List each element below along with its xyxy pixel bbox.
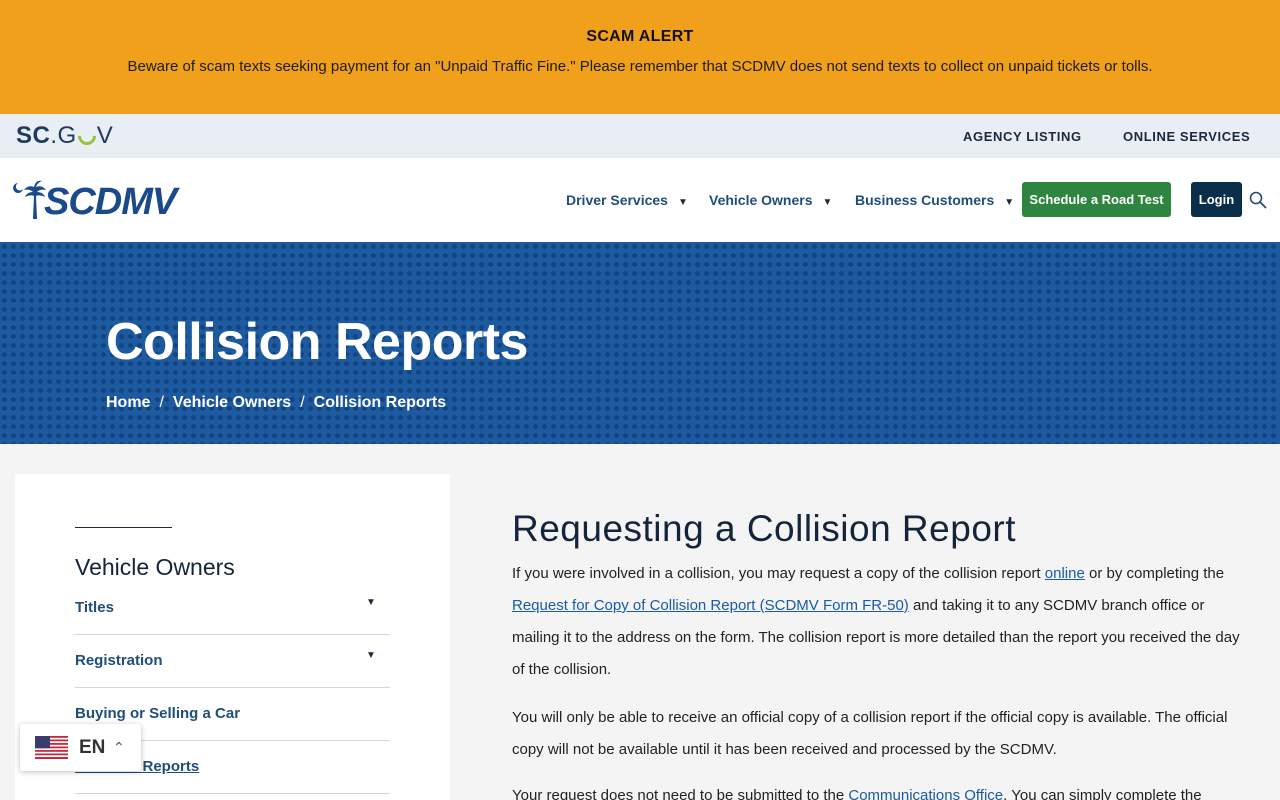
page-title: Collision Reports: [106, 313, 528, 371]
alert-text: Beware of scam texts seeking payment for…: [127, 58, 1153, 75]
caret-down-icon[interactable]: ▼: [366, 650, 376, 661]
online-services-link[interactable]: ONLINE SERVICES: [1123, 129, 1250, 144]
caret-down-icon: ▼: [677, 197, 688, 208]
site-header: SCDMV Driver Services ▼ Vehicle Owners ▼ B…: [0, 158, 1280, 242]
paragraph-1-text-b: or by completing the: [1084, 565, 1225, 582]
search-icon[interactable]: [1249, 191, 1267, 209]
paragraph-1-text-a: If you were involved in a collision, you…: [512, 565, 1045, 582]
scdmv-logo[interactable]: SCDMV: [12, 179, 177, 223]
breadcrumb-vehicle-owners[interactable]: Vehicle Owners: [173, 394, 291, 411]
nav-driver-services[interactable]: Driver Services ▼: [566, 192, 688, 208]
communications-office-link[interactable]: Communications Office: [848, 787, 1003, 800]
nav-vehicle-owners-label: Vehicle Owners: [709, 192, 813, 208]
breadcrumb-current: Collision Reports: [313, 394, 447, 411]
palmetto-icon: [13, 180, 46, 219]
breadcrumb-home[interactable]: Home: [106, 394, 150, 411]
breadcrumb-separator: /: [159, 394, 164, 411]
scgov-logo-g: .G: [50, 122, 77, 149]
sidebar-item-buying-selling[interactable]: Buying or Selling a Car: [75, 705, 240, 722]
paragraph-3: Your request does not need to be submitt…: [512, 780, 1242, 800]
sidebar-divider: [75, 793, 390, 794]
breadcrumb: Home / Vehicle Owners / Collision Reports: [106, 394, 446, 412]
caret-down-icon: ▼: [822, 197, 833, 208]
sidebar-divider: [75, 687, 390, 688]
paragraph-1: If you were involved in a collision, you…: [512, 558, 1242, 686]
caret-down-icon: ▼: [1004, 197, 1015, 208]
sidebar-item-registration[interactable]: Registration: [75, 652, 163, 669]
section-heading: Requesting a Collision Report: [512, 508, 1016, 549]
scgov-bar: SC.G V AGENCY LISTING ONLINE SERVICES: [0, 114, 1280, 158]
breadcrumb-separator: /: [300, 394, 305, 411]
scgov-logo-sc: SC: [16, 122, 51, 149]
language-selector[interactable]: EN ⌃: [20, 724, 141, 771]
schedule-road-test-button[interactable]: Schedule a Road Test: [1022, 182, 1171, 217]
sidebar-item-titles[interactable]: Titles: [75, 599, 114, 616]
form-fr50-link[interactable]: Request for Copy of Collision Report (SC…: [512, 597, 909, 614]
paragraph-2: You will only be able to receive an offi…: [512, 709, 1228, 758]
scam-alert-banner: SCAM ALERT Beware of scam texts seeking …: [0, 0, 1280, 114]
paragraph-3-text-b: . You can simply complete the: [1003, 787, 1202, 800]
sidebar-divider: [75, 527, 172, 528]
alert-title: SCAM ALERT: [586, 28, 694, 45]
online-link[interactable]: online: [1045, 565, 1085, 582]
scdmv-logo-text: SCDMV: [44, 181, 177, 223]
language-code: EN: [79, 737, 106, 758]
sidebar-divider: [75, 634, 390, 635]
chevron-up-icon: ⌃: [113, 739, 125, 755]
login-button[interactable]: Login: [1191, 182, 1242, 217]
nav-vehicle-owners[interactable]: Vehicle Owners ▼: [709, 192, 832, 208]
caret-down-icon[interactable]: ▼: [366, 597, 376, 608]
crescent-moon-icon: [73, 123, 100, 149]
us-flag-icon: [35, 736, 68, 759]
page-hero: Collision Reports Home / Vehicle Owners / Co…: [0, 242, 1280, 444]
nav-business-customers-label: Business Customers: [855, 192, 995, 208]
scgov-logo[interactable]: SC.G V: [16, 122, 114, 149]
nav-business-customers[interactable]: Business Customers ▼: [855, 192, 1014, 208]
scgov-logo-v: V: [96, 122, 114, 149]
agency-listing-link[interactable]: AGENCY LISTING: [963, 129, 1082, 144]
sidebar-heading: Vehicle Owners: [75, 554, 235, 580]
nav-driver-services-label: Driver Services: [566, 192, 668, 208]
paragraph-3-text-a: Your request does not need to be submitt…: [512, 787, 849, 800]
